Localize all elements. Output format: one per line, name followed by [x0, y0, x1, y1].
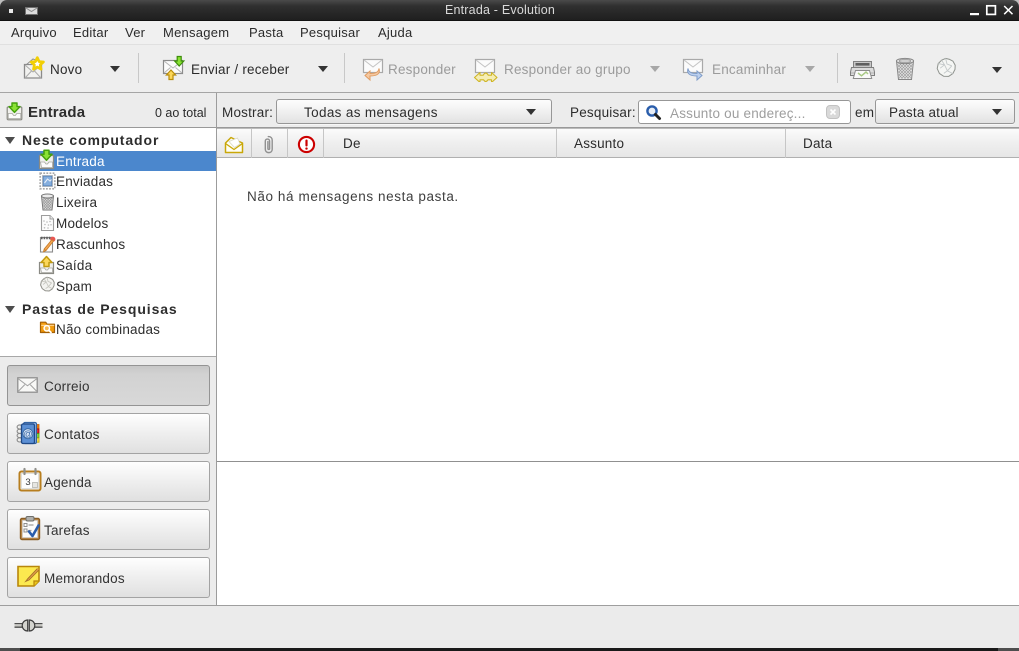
svg-text:@: @: [23, 428, 33, 439]
svg-text:3: 3: [25, 477, 30, 488]
